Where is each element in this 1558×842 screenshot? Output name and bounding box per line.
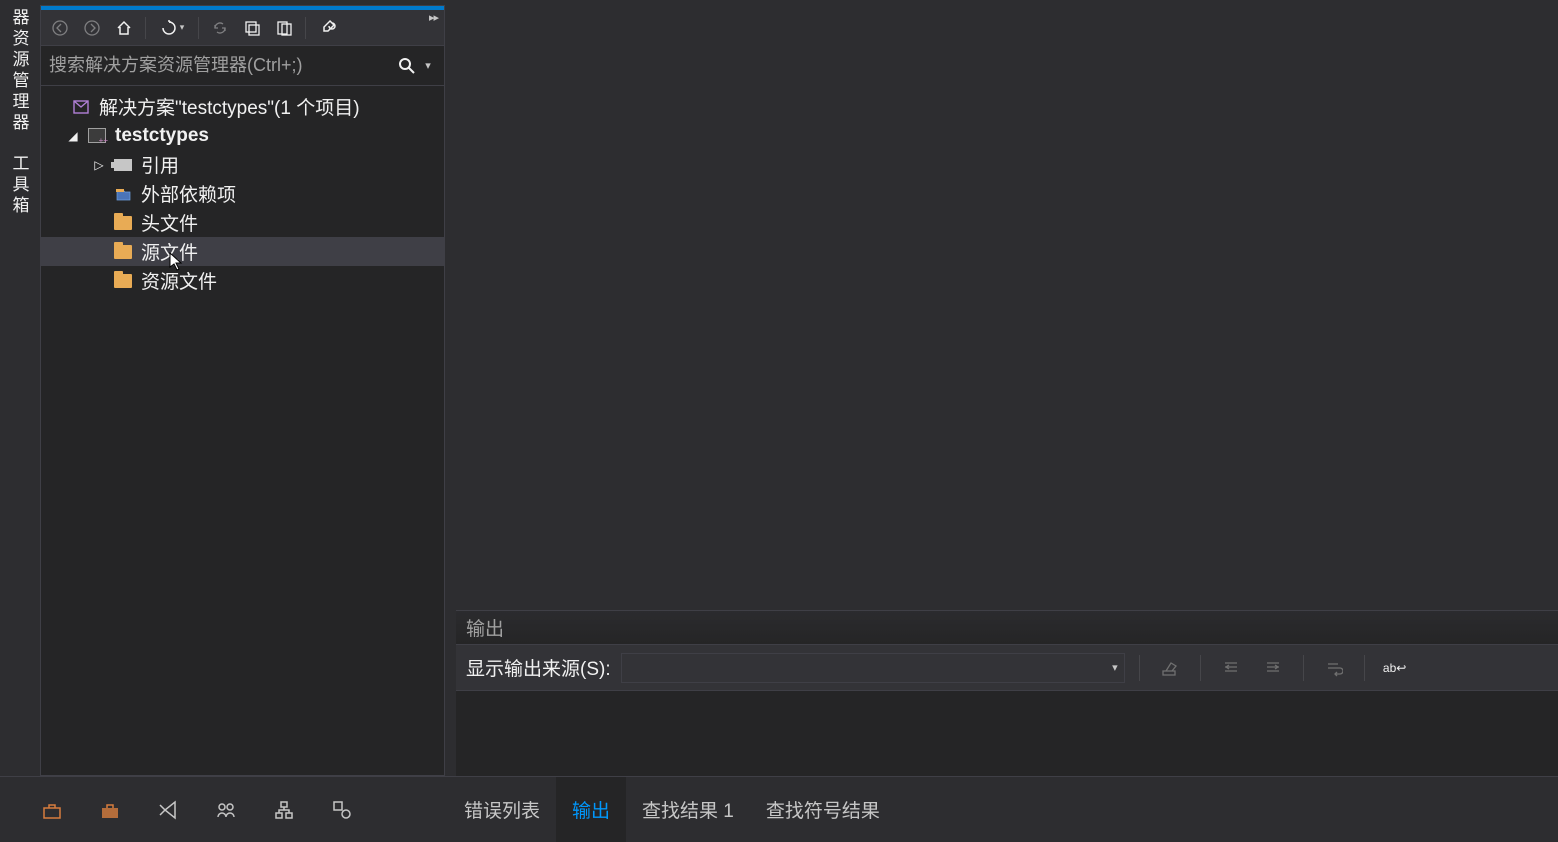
bottom-icon-group: [0, 798, 448, 822]
collapse-all-button[interactable]: [237, 14, 267, 42]
toolbox-icon[interactable]: [40, 798, 64, 822]
tab-find-results[interactable]: 查找结果 1: [626, 777, 750, 842]
tab-error-list[interactable]: 错误列表: [448, 777, 556, 842]
vertical-tabs: 器资源管理器 工具箱: [0, 0, 38, 776]
output-panel: 输出 显示输出来源(S): ▾ ab↩: [456, 610, 1558, 776]
chevron-down-icon: ▾: [1112, 661, 1118, 674]
indent-right-button[interactable]: [1257, 654, 1289, 682]
tree-project-node[interactable]: ◢ testctypes: [41, 121, 444, 150]
mouse-cursor: [169, 252, 183, 272]
toggle-wrap-button[interactable]: [1318, 654, 1350, 682]
references-icon: [113, 155, 133, 175]
output-source-label: 显示输出来源(S):: [466, 654, 611, 681]
sync-button[interactable]: [205, 14, 235, 42]
output-source-select[interactable]: ▾: [621, 653, 1125, 683]
vert-tab-toolbox[interactable]: 工具箱: [7, 154, 32, 217]
tree-solution-node[interactable]: ▶ 解决方案"testctypes"(1 个项目): [41, 92, 444, 121]
resource-view-icon[interactable]: [330, 798, 354, 822]
forward-button[interactable]: [77, 14, 107, 42]
project-label: testctypes: [115, 125, 209, 147]
home-button[interactable]: [109, 14, 139, 42]
bottom-bar: 错误列表 输出 查找结果 1 查找符号结果: [0, 776, 1558, 842]
external-deps-label: 外部依赖项: [141, 180, 236, 207]
properties-button[interactable]: [312, 14, 342, 42]
toolbar-overflow-button[interactable]: ▸▸: [429, 11, 438, 24]
output-toolbar: 显示输出来源(S): ▾ ab↩: [456, 645, 1558, 691]
external-deps-icon: [113, 184, 133, 204]
toolbar-sep: [305, 17, 306, 39]
output-titlebar: 输出: [456, 611, 1558, 645]
folder-icon: [113, 242, 133, 262]
solution-explorer-panel: ▾ ▸▸ ▾ ▶ 解决方案"testctypes"(1 个项目): [40, 5, 445, 776]
show-all-files-button[interactable]: [269, 14, 299, 42]
tree-external-deps-node[interactable]: ▶ 外部依赖项: [41, 179, 444, 208]
bottom-tabs: 错误列表 输出 查找结果 1 查找符号结果: [448, 777, 896, 842]
search-dropdown-button[interactable]: ▾: [420, 59, 436, 72]
class-view-icon[interactable]: [272, 798, 296, 822]
toolbar-sep: [198, 17, 199, 39]
tree-sources-node[interactable]: ▶ 源文件: [41, 237, 444, 266]
folder-icon: [113, 213, 133, 233]
back-button[interactable]: [45, 14, 75, 42]
toolbar-sep: [1364, 655, 1365, 681]
toolbar-sep: [1303, 655, 1304, 681]
tree-headers-node[interactable]: ▶ 头文件: [41, 208, 444, 237]
tab-output[interactable]: 输出: [556, 777, 626, 842]
headers-label: 头文件: [141, 209, 198, 236]
toolbar-sep: [1200, 655, 1201, 681]
expander-icon[interactable]: ◢: [67, 129, 79, 143]
output-title: 输出: [466, 614, 504, 641]
toolbar-sep: [1139, 655, 1140, 681]
search-input[interactable]: [49, 55, 394, 76]
tree-references-node[interactable]: ▷ 引用: [41, 150, 444, 179]
folder-icon: [113, 271, 133, 291]
toolbar-sep: [145, 17, 146, 39]
tree-resources-node[interactable]: ▶ 资源文件: [41, 266, 444, 295]
vs-icon[interactable]: [156, 798, 180, 822]
clear-output-button[interactable]: [1154, 654, 1186, 682]
explorer-toolbar: ▾ ▸▸: [41, 10, 444, 46]
toolbox-icon-2[interactable]: [98, 798, 122, 822]
search-row: ▾: [41, 46, 444, 86]
tab-find-symbol[interactable]: 查找符号结果: [750, 777, 896, 842]
team-icon[interactable]: [214, 798, 238, 822]
project-icon: [87, 126, 107, 146]
references-label: 引用: [141, 151, 179, 178]
editor-area: [452, 0, 1558, 608]
expander-icon[interactable]: ▷: [93, 158, 105, 172]
search-icon[interactable]: [394, 57, 420, 75]
vert-tab-explorer[interactable]: 器资源管理器: [7, 8, 32, 134]
pending-changes-filter-button[interactable]: ▾: [152, 14, 192, 42]
solution-icon: [71, 97, 91, 117]
output-body[interactable]: [456, 691, 1558, 776]
indent-left-button[interactable]: [1215, 654, 1247, 682]
solution-tree: ▶ 解决方案"testctypes"(1 个项目) ◢ testctypes ▷…: [41, 86, 444, 775]
solution-label: 解决方案"testctypes"(1 个项目): [99, 93, 360, 120]
word-wrap-button[interactable]: ab↩: [1379, 654, 1411, 682]
